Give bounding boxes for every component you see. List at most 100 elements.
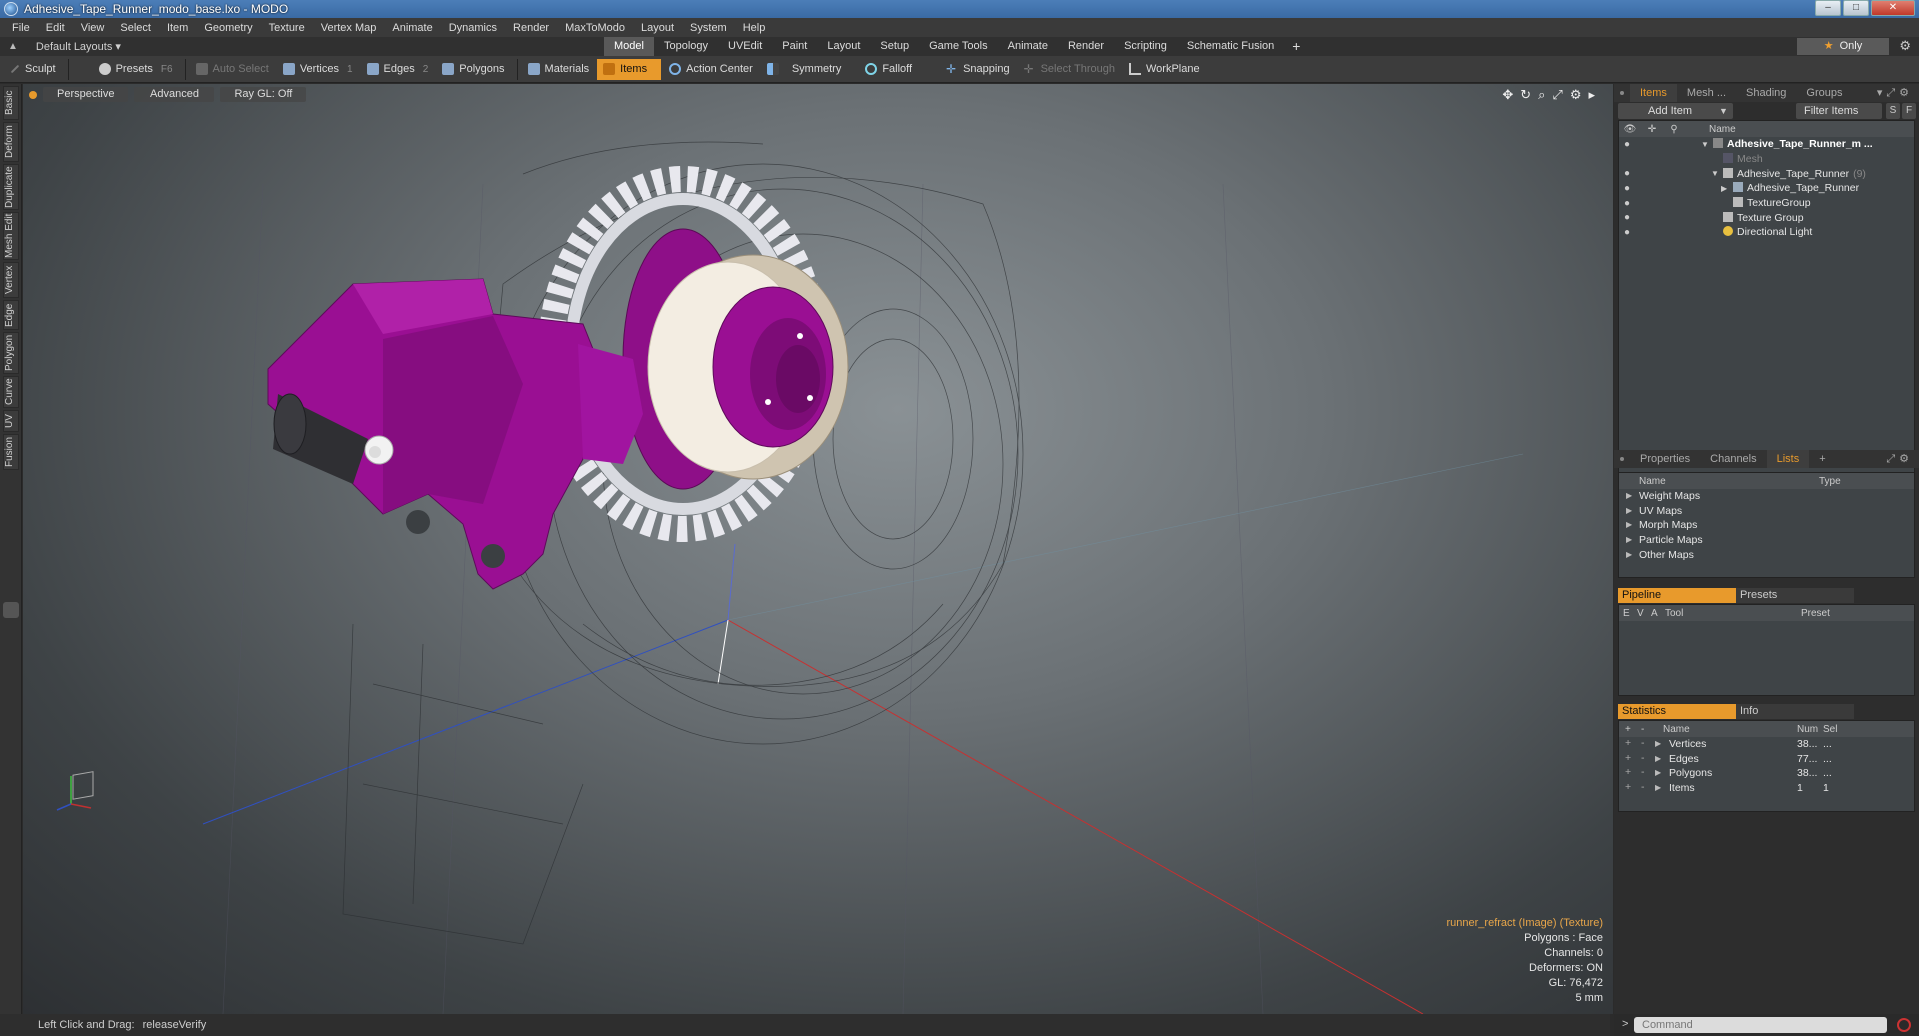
list-item[interactable]: ▶ Other Maps (1619, 548, 1914, 563)
presets-button[interactable]: Presets F6 (93, 59, 179, 80)
collapse-minus-icon[interactable]: - (1641, 781, 1645, 793)
tab-scripting[interactable]: Scripting (1114, 37, 1177, 56)
expand-plus-icon[interactable]: + (1625, 752, 1631, 764)
stat-row[interactable]: + - ▶ Items 1 1 (1619, 781, 1914, 796)
vtab-basic[interactable]: Basic (3, 86, 19, 120)
vtab-polygon[interactable]: Polygon (3, 332, 19, 374)
tree-row[interactable]: ● ▼ Adhesive_Tape_Runner (9) (1619, 166, 1914, 181)
layout-up-icon[interactable]: ▲ (8, 41, 18, 52)
expand-icon[interactable]: ▼ (1701, 140, 1709, 149)
tab-channels[interactable]: Channels (1700, 450, 1766, 468)
3d-viewport[interactable]: Perspective Advanced Ray GL: Off ✥ ↻ ⌕ ⤢… (23, 84, 1613, 1014)
eye-icon[interactable]: ● (1624, 198, 1630, 209)
tab-properties[interactable]: Properties (1630, 450, 1700, 468)
vtab-curve[interactable]: Curve (3, 376, 19, 408)
expand-icon[interactable]: ▶ (1626, 491, 1632, 500)
chevron-right-icon[interactable]: > (1622, 1018, 1628, 1030)
eye-icon[interactable]: ● (1624, 168, 1630, 179)
expand-icon[interactable]: ▶ (1655, 739, 1661, 748)
expand-icon[interactable]: ▶ (1626, 550, 1632, 559)
menu-geometry[interactable]: Geometry (196, 22, 260, 34)
tab-model[interactable]: Model (604, 37, 654, 56)
tree-row[interactable]: Mesh (1619, 152, 1914, 167)
workplane-button[interactable]: WorkPlane (1123, 59, 1206, 80)
auto-select-button[interactable]: Auto Select (190, 59, 275, 80)
tab-info[interactable]: Info (1736, 704, 1854, 719)
tab-layout[interactable]: Layout (817, 37, 870, 56)
menu-vertex-map[interactable]: Vertex Map (313, 22, 385, 34)
panel-options-icon[interactable]: ⤢⚙ (1886, 452, 1913, 466)
list-item[interactable]: ▶ Morph Maps (1619, 518, 1914, 533)
tab-items[interactable]: Items (1630, 84, 1677, 102)
expand-icon[interactable]: ▶ (1721, 184, 1727, 193)
edges-button[interactable]: Edges 2 (361, 59, 435, 80)
minimize-button[interactable]: – (1815, 0, 1841, 16)
expand-icon[interactable]: ▶ (1655, 754, 1661, 763)
menu-dynamics[interactable]: Dynamics (441, 22, 505, 34)
tab-uvedit[interactable]: UVEdit (718, 37, 772, 56)
tree-row[interactable]: ● TextureGroup (1619, 196, 1914, 211)
menu-help[interactable]: Help (735, 22, 774, 34)
collapse-minus-icon[interactable]: - (1641, 752, 1645, 764)
only-button[interactable]: ★ Only (1797, 38, 1889, 55)
shading-mode-button[interactable]: Advanced (134, 87, 215, 102)
tab-render[interactable]: Render (1058, 37, 1114, 56)
tab-schematic-fusion[interactable]: Schematic Fusion (1177, 37, 1284, 56)
polygons-button[interactable]: Polygons (436, 59, 510, 80)
vtab-fusion[interactable]: Fusion (3, 434, 19, 470)
tree-row[interactable]: ● ▼ Adhesive_Tape_Runner_m ... (1619, 137, 1914, 152)
viewport-menu-icon[interactable] (29, 90, 37, 99)
expand-icon[interactable]: ▼ (1711, 169, 1719, 178)
tree-row[interactable]: ● Directional Light (1619, 225, 1914, 240)
add-panel-tab-icon[interactable]: + (1809, 450, 1835, 468)
symmetry-button[interactable]: Symmetry (761, 59, 848, 80)
expand-icon[interactable]: ▶ (1626, 520, 1632, 529)
falloff-button[interactable]: Falloff (859, 59, 918, 80)
viewport-more-icon[interactable]: ▸ (1588, 87, 1595, 103)
menu-layout[interactable]: Layout (633, 22, 682, 34)
menu-maxtomodo[interactable]: MaxToModo (557, 22, 633, 34)
menu-edit[interactable]: Edit (38, 22, 73, 34)
select-through-button[interactable]: ✛ Select Through (1018, 59, 1121, 80)
vtab-duplicate[interactable]: Duplicate (3, 164, 19, 210)
vtab-uv[interactable]: UV (3, 410, 19, 432)
sculpt-button[interactable]: Sculpt (4, 59, 62, 80)
expand-icon[interactable]: ▶ (1626, 535, 1632, 544)
list-item[interactable]: ▶ Particle Maps (1619, 533, 1914, 548)
gear-icon[interactable]: ⚙ (1899, 38, 1911, 54)
menu-file[interactable]: File (4, 22, 38, 34)
stat-row[interactable]: + - ▶ Edges 77... ... (1619, 752, 1914, 767)
tab-presets[interactable]: Presets (1736, 588, 1854, 603)
expand-icon[interactable]: ▶ (1626, 506, 1632, 515)
tab-shading[interactable]: Shading (1736, 84, 1796, 102)
vertices-button[interactable]: Vertices 1 (277, 59, 359, 80)
chevron-down-icon[interactable]: ▼ (1719, 106, 1729, 116)
vtab-deform[interactable]: Deform (3, 122, 19, 162)
menu-item[interactable]: Item (159, 22, 196, 34)
toolbox-toggle-button[interactable] (3, 602, 19, 618)
viewport-settings-icon[interactable]: ⚙ (1570, 87, 1582, 103)
rotate-icon[interactable]: ↻ (1520, 87, 1531, 103)
snapping-button[interactable]: ✛ Snapping (940, 59, 1016, 80)
tab-lists[interactable]: Lists (1766, 450, 1810, 468)
expand-plus-icon[interactable]: + (1625, 781, 1631, 793)
expand-plus-icon[interactable]: + (1625, 737, 1631, 749)
fit-icon[interactable]: ⤢ (1552, 87, 1562, 103)
tab-pipeline[interactable]: Pipeline (1618, 588, 1736, 603)
eye-icon[interactable]: ● (1624, 227, 1630, 238)
filter-items-button[interactable]: Filter Items (1796, 103, 1882, 119)
items-button[interactable]: Items (597, 58, 662, 80)
close-button[interactable]: ✕ (1871, 0, 1915, 16)
add-tab-icon[interactable]: + (1284, 37, 1300, 56)
f-button[interactable]: F (1902, 103, 1916, 119)
stat-row[interactable]: + - ▶ Vertices 38... ... (1619, 737, 1914, 752)
materials-button[interactable]: Materials (522, 59, 596, 80)
eye-icon[interactable]: ● (1624, 139, 1630, 150)
default-layouts-dropdown[interactable]: Default Layouts ▾ (36, 40, 121, 53)
menu-texture[interactable]: Texture (261, 22, 313, 34)
list-item[interactable]: ▶ Weight Maps (1619, 489, 1914, 504)
view-mode-button[interactable]: Perspective (43, 87, 129, 102)
tab-statistics[interactable]: Statistics (1618, 704, 1736, 719)
menu-view[interactable]: View (73, 22, 113, 34)
vtab-edge[interactable]: Edge (3, 300, 19, 330)
